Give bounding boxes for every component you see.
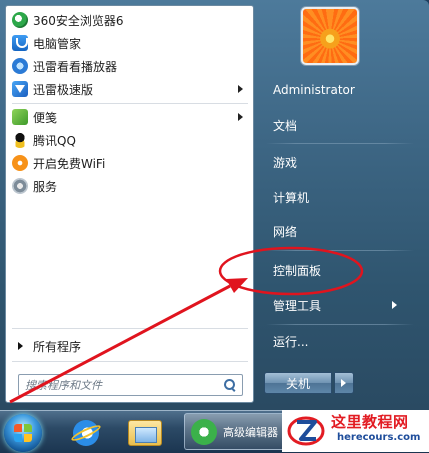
program-label: 迅雷极速版 (33, 82, 94, 97)
link-label: 游戏 (273, 155, 298, 170)
xunlei-icon (12, 81, 28, 97)
all-programs-divider (12, 328, 248, 329)
link-label: 计算机 (273, 190, 310, 205)
watermark-url: herecours.com (337, 432, 421, 443)
shutdown-label: 关机 (285, 376, 310, 391)
link-label: 运行... (273, 334, 309, 349)
link-administrator[interactable]: Administrator (263, 75, 413, 105)
link-games[interactable]: 游戏 (263, 147, 413, 177)
shutdown-button[interactable]: 关机 (264, 372, 332, 394)
link-label: 控制面板 (273, 263, 322, 278)
program-label: 便笺 (33, 110, 58, 125)
link-label: 网络 (273, 224, 298, 239)
program-qq[interactable]: 腾讯QQ (6, 129, 253, 151)
search-box[interactable] (18, 374, 243, 396)
taskbar-advanced-editor[interactable]: 高级编辑器 (184, 413, 288, 450)
right-pane-divider (266, 324, 414, 325)
program-sticky-notes[interactable]: 便笺 (6, 106, 253, 128)
link-label: Administrator (273, 83, 355, 97)
program-label: 开启免费WiFi (33, 156, 106, 171)
link-computer[interactable]: 计算机 (263, 182, 413, 212)
user-avatar[interactable] (301, 7, 359, 65)
program-pc-manager[interactable]: 电脑管家 (6, 32, 253, 54)
submenu-arrow-icon (392, 301, 397, 309)
program-pane: 360安全浏览器6 电脑管家 迅雷看看播放器 迅雷极速版 便笺 腾讯QQ 开启免… (5, 5, 254, 403)
qq-icon (12, 132, 28, 148)
360-browser-icon (12, 12, 28, 28)
link-label: 管理工具 (273, 298, 322, 313)
search-icon[interactable] (222, 377, 238, 393)
program-xunlei-kankan[interactable]: 迅雷看看播放器 (6, 55, 253, 77)
program-label: 腾讯QQ (33, 133, 76, 148)
program-services[interactable]: 服务 (6, 175, 253, 197)
shutdown-options-button[interactable] (334, 372, 354, 394)
link-run[interactable]: 运行... (263, 326, 413, 356)
submenu-arrow-icon[interactable] (238, 85, 243, 93)
program-xunlei[interactable]: 迅雷极速版 (6, 78, 253, 100)
taskbar-app-label: 高级编辑器 (223, 425, 278, 439)
link-control-panel[interactable]: 控制面板 (263, 255, 413, 285)
program-label: 电脑管家 (33, 36, 82, 51)
sticky-notes-icon (12, 109, 28, 125)
watermark-title: 这里教程网 (331, 413, 409, 431)
submenu-arrow-icon[interactable] (238, 113, 243, 121)
right-pane-divider (266, 143, 414, 144)
watermark-logo-icon (287, 416, 325, 446)
advanced-editor-icon (191, 418, 217, 445)
pc-manager-icon (12, 35, 28, 51)
right-pane-divider (266, 250, 414, 251)
link-network[interactable]: 网络 (263, 216, 413, 246)
expand-arrow-icon (18, 342, 23, 350)
program-list-divider (12, 103, 248, 104)
services-icon (12, 178, 28, 194)
xunlei-kankan-icon (12, 58, 28, 74)
search-divider (12, 361, 248, 362)
program-360-browser[interactable]: 360安全浏览器6 (6, 9, 253, 31)
program-free-wifi[interactable]: 开启免费WiFi (6, 152, 253, 174)
internet-explorer-icon[interactable] (70, 418, 102, 448)
link-label: 文档 (273, 118, 298, 133)
program-label: 服务 (33, 179, 58, 194)
file-explorer-icon[interactable] (128, 420, 162, 446)
program-label: 迅雷看看播放器 (33, 59, 118, 74)
wifi-icon (12, 155, 28, 171)
search-input[interactable] (19, 376, 222, 394)
start-orb-icon[interactable] (4, 414, 42, 452)
all-programs-button[interactable]: 所有程序 (6, 336, 253, 356)
all-programs-label: 所有程序 (33, 339, 82, 354)
link-admin-tools[interactable]: 管理工具 (263, 290, 413, 320)
program-label: 360安全浏览器6 (33, 13, 124, 28)
link-documents[interactable]: 文档 (263, 110, 413, 140)
